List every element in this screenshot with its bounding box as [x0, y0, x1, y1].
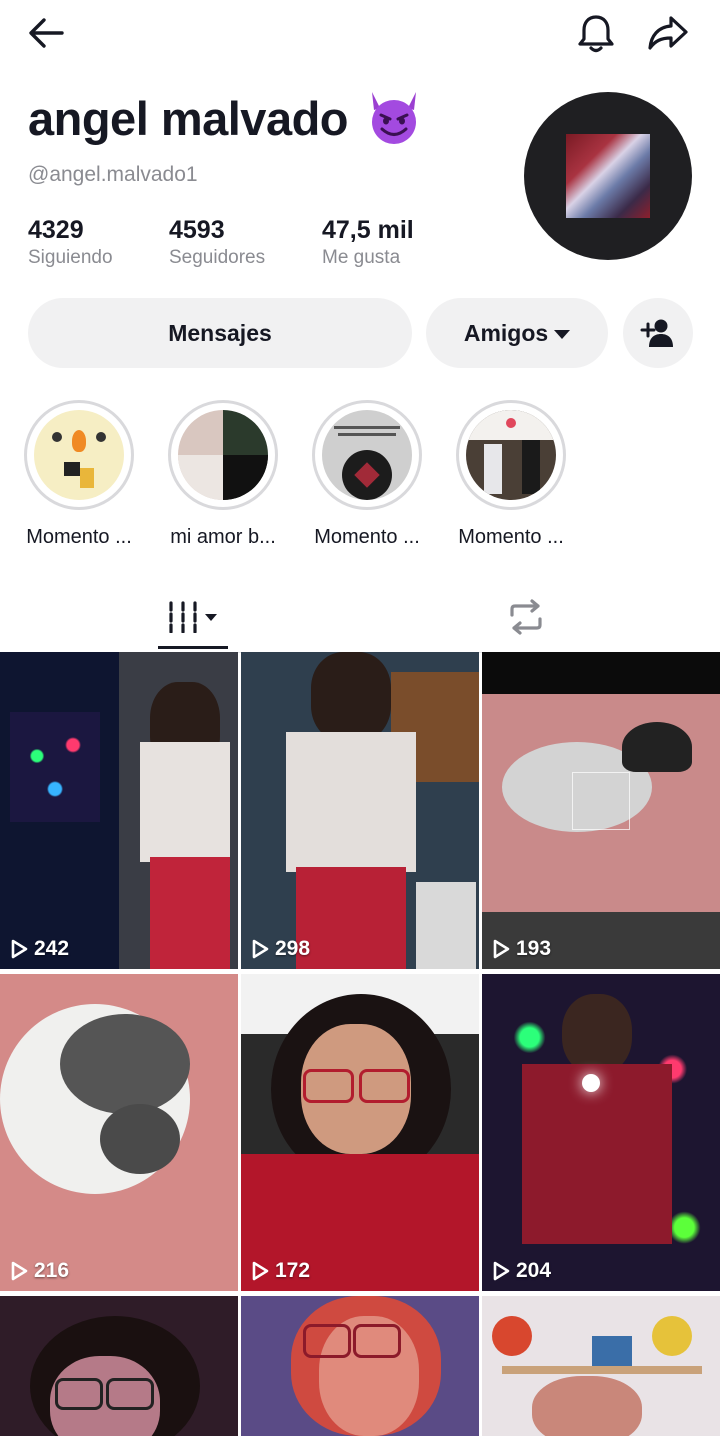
stat-label: Siguiendo: [28, 247, 113, 268]
highlight-ring: [456, 400, 566, 510]
add-user-icon: [640, 319, 673, 347]
highlight-item[interactable]: Momento ...: [439, 400, 583, 549]
view-count: 298: [251, 937, 310, 961]
content-tabs: [0, 584, 720, 653]
arrow-left-icon: [29, 18, 64, 48]
highlight-thumbnail: [34, 410, 124, 500]
friends-dropdown-button[interactable]: Amigos: [426, 298, 608, 368]
active-tab-indicator: [158, 646, 228, 649]
highlight-label: Momento ...: [314, 526, 420, 548]
video-thumbnail[interactable]: [0, 1296, 238, 1436]
view-count: 193: [492, 937, 551, 961]
bell-icon: [578, 15, 614, 53]
view-count-value: 193: [516, 937, 552, 960]
highlight-label: Momento ...: [458, 526, 564, 548]
view-count-value: 216: [34, 1259, 70, 1282]
play-icon: [252, 939, 269, 959]
smiling-devil-icon: [372, 92, 416, 144]
repost-icon: [510, 599, 542, 635]
video-thumbnail[interactable]: 298: [241, 652, 479, 969]
video-thumbnail[interactable]: 242: [0, 652, 238, 969]
tab-videos[interactable]: [134, 584, 254, 650]
highlight-ring: [24, 400, 134, 510]
notifications-button[interactable]: [570, 10, 622, 56]
play-icon: [252, 1261, 269, 1281]
view-count-value: 242: [34, 937, 70, 960]
highlight-item[interactable]: Momento ...: [295, 400, 439, 549]
highlight-label: Momento ...: [26, 526, 132, 548]
view-count: 242: [10, 937, 69, 961]
view-count-value: 298: [275, 937, 311, 960]
share-button[interactable]: [642, 10, 694, 56]
caret-down-icon: [554, 329, 571, 339]
stat-likes[interactable]: 47,5 mil Me gusta: [322, 214, 414, 270]
stat-label: Me gusta: [322, 247, 401, 268]
stat-label: Seguidores: [169, 247, 266, 268]
view-count: 172: [251, 1259, 310, 1283]
highlight-ring: [168, 400, 278, 510]
add-friend-button[interactable]: [623, 298, 693, 368]
video-thumbnail[interactable]: [241, 1296, 479, 1436]
video-thumbnail[interactable]: 172: [241, 974, 479, 1291]
view-count: 216: [10, 1259, 69, 1283]
avatar-image: [566, 134, 650, 218]
highlight-thumbnail: [322, 410, 412, 500]
view-count-value: 172: [275, 1259, 311, 1282]
friends-button-label: Amigos: [463, 319, 549, 346]
messages-button-label: Mensajes: [168, 319, 272, 346]
profile-username: @angel.malvado1: [28, 163, 198, 186]
profile-avatar[interactable]: [524, 92, 692, 260]
tab-reposts[interactable]: [466, 584, 586, 650]
highlight-ring: [312, 400, 422, 510]
profile-name-row: angel malvado: [28, 88, 424, 148]
top-bar: [0, 0, 720, 70]
stat-value: 4593: [169, 216, 225, 244]
video-thumbnail[interactable]: 193: [482, 652, 720, 969]
play-icon: [11, 1261, 28, 1281]
videos-grid-icon: [169, 601, 217, 633]
profile-display-name: angel malvado: [28, 91, 349, 145]
highlight-thumbnail: [466, 410, 556, 500]
messages-button[interactable]: Mensajes: [28, 298, 412, 368]
highlight-item[interactable]: mi amor b...: [151, 400, 295, 549]
video-thumbnail[interactable]: 216: [0, 974, 238, 1291]
play-icon: [493, 939, 510, 959]
video-thumbnail[interactable]: [482, 1296, 720, 1436]
stat-value: 4329: [28, 216, 84, 244]
stat-following[interactable]: 4329 Siguiendo: [28, 214, 113, 270]
view-count-value: 204: [516, 1259, 552, 1282]
story-highlights: Momento ... mi amor b... Momento ... Mom…: [0, 400, 720, 560]
stat-value: 47,5 mil: [322, 216, 414, 244]
play-icon: [11, 939, 28, 959]
video-thumbnail[interactable]: 204: [482, 974, 720, 1291]
back-button[interactable]: [20, 10, 72, 56]
stat-followers[interactable]: 4593 Seguidores: [169, 214, 265, 270]
view-count: 204: [492, 1259, 551, 1283]
highlight-item[interactable]: Momento ...: [7, 400, 151, 549]
highlight-label: mi amor b...: [170, 526, 276, 548]
share-icon: [648, 16, 688, 50]
play-icon: [493, 1261, 510, 1281]
highlight-thumbnail: [178, 410, 268, 500]
